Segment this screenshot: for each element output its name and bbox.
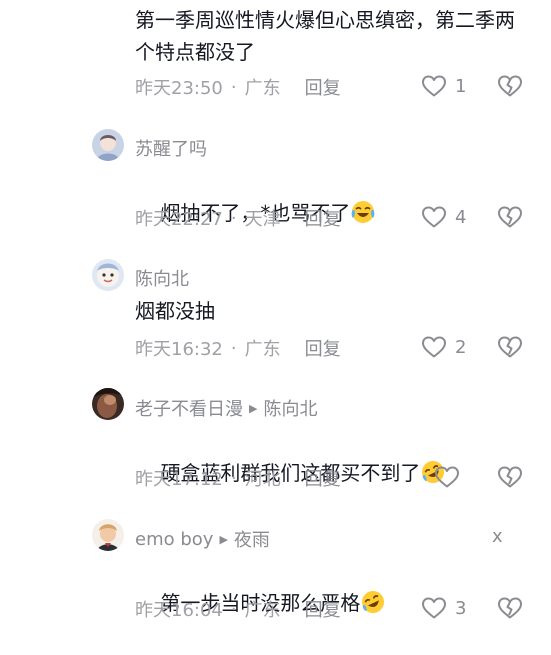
comment-location: 河北 xyxy=(244,469,281,490)
avatar[interactable] xyxy=(92,388,124,420)
comment-time: 昨天23:50 xyxy=(135,78,223,99)
like-button[interactable] xyxy=(434,465,480,489)
comment-username[interactable]: 陈向北 xyxy=(135,265,189,291)
comment-time: 昨天16:04 xyxy=(135,600,223,621)
comment-meta: 昨天23:50 · 广东 回复 xyxy=(135,74,341,100)
dislike-button[interactable] xyxy=(497,205,523,229)
reply-to-arrow-icon: ▶ xyxy=(219,532,228,546)
heart-icon xyxy=(434,465,460,489)
reply-button[interactable]: 回复 xyxy=(305,596,341,622)
broken-heart-icon xyxy=(497,335,523,359)
reply-to-username[interactable]: 夜雨 xyxy=(234,526,270,552)
comment-item: 老子不看日漫 ▶ 陈向北 硬盒蓝利群我们这都买不到了 昨天17:12 · 河北 … xyxy=(0,387,551,497)
dislike-button[interactable] xyxy=(497,596,523,620)
comment-text: 烟都没抽 xyxy=(135,299,215,323)
comment-time: 昨天16:32 xyxy=(135,339,223,360)
username-text: 苏醒了吗 xyxy=(135,139,207,160)
like-button[interactable]: 3 xyxy=(421,596,467,620)
dislike-button[interactable] xyxy=(497,74,523,98)
heart-icon xyxy=(421,205,447,229)
meta-separator: · xyxy=(230,337,237,359)
comment-username[interactable]: 老子不看日漫 ▶ 陈向北 xyxy=(135,395,317,421)
comment-username[interactable]: 苏醒了吗 xyxy=(135,135,207,161)
reply-to-arrow-icon: ▶ xyxy=(249,401,258,415)
like-count: 3 xyxy=(455,597,467,619)
comment-item: 陈向北 烟都没抽 昨天16:32 · 广东 回复 2 xyxy=(0,256,551,366)
rofl-emoji-icon xyxy=(360,590,386,623)
comment-text: 第一季周巡性情火爆但心思缜密，第二季两个特点都没了 xyxy=(135,8,515,64)
comment-meta: 昨天16:32 · 广东 回复 xyxy=(135,335,341,361)
meta-separator: · xyxy=(230,467,237,489)
heart-icon xyxy=(421,74,447,98)
meta-separator: · xyxy=(230,598,237,620)
like-button[interactable]: 1 xyxy=(421,74,467,98)
avatar[interactable] xyxy=(92,259,124,291)
comment-meta: 昨天16:04 · 广东 回复 xyxy=(135,596,341,622)
comment-meta: 昨天22:27 · 天津 回复 xyxy=(135,205,341,231)
reply-button[interactable]: 回复 xyxy=(305,335,341,361)
dislike-button[interactable] xyxy=(497,335,523,359)
broken-heart-icon xyxy=(497,74,523,98)
like-button[interactable]: 4 xyxy=(421,205,467,229)
comment-time: 昨天17:12 xyxy=(135,469,223,490)
like-count: 4 xyxy=(455,206,467,228)
comment-meta: 昨天17:12 · 河北 回复 xyxy=(135,465,341,491)
crying-laughing-emoji-icon xyxy=(350,200,376,233)
comment-location: 广东 xyxy=(244,339,281,360)
heart-icon xyxy=(421,596,447,620)
comment-location: 天津 xyxy=(244,209,281,230)
close-button[interactable]: x xyxy=(492,526,503,547)
avatar[interactable] xyxy=(92,129,124,161)
broken-heart-icon xyxy=(497,205,523,229)
comment-username[interactable]: emo boy ▶ 夜雨 xyxy=(135,526,270,552)
broken-heart-icon xyxy=(497,596,523,620)
like-button[interactable]: 2 xyxy=(421,335,467,359)
username-text: 陈向北 xyxy=(135,269,189,290)
comment-item: 苏醒了吗 烟抽不了，*也骂不了 昨天22:27 · 天津 回复 4 xyxy=(0,126,551,236)
username-text: emo boy xyxy=(135,528,214,550)
heart-icon xyxy=(421,335,447,359)
comment-location: 广东 xyxy=(244,600,281,621)
comment-time: 昨天22:27 xyxy=(135,209,223,230)
dislike-button[interactable] xyxy=(497,465,523,489)
broken-heart-icon xyxy=(497,465,523,489)
meta-separator: · xyxy=(230,207,237,229)
comment-item: 第一季周巡性情火爆但心思缜密，第二季两个特点都没了 昨天23:50 · 广东 回… xyxy=(0,0,551,110)
like-count: 2 xyxy=(455,336,467,358)
like-count: 1 xyxy=(455,75,467,97)
meta-separator: · xyxy=(230,76,237,98)
avatar[interactable] xyxy=(92,519,124,551)
username-text: 老子不看日漫 xyxy=(135,399,243,420)
comment-location: 广东 xyxy=(244,78,281,99)
comment-item: emo boy ▶ 夜雨 x 第一步当时没那么严格 昨天16:04 · 广东 回… xyxy=(0,518,551,640)
reply-button[interactable]: 回复 xyxy=(305,465,341,491)
reply-to-username[interactable]: 陈向北 xyxy=(263,395,317,421)
reply-button[interactable]: 回复 xyxy=(305,205,341,231)
reply-button[interactable]: 回复 xyxy=(305,74,341,100)
